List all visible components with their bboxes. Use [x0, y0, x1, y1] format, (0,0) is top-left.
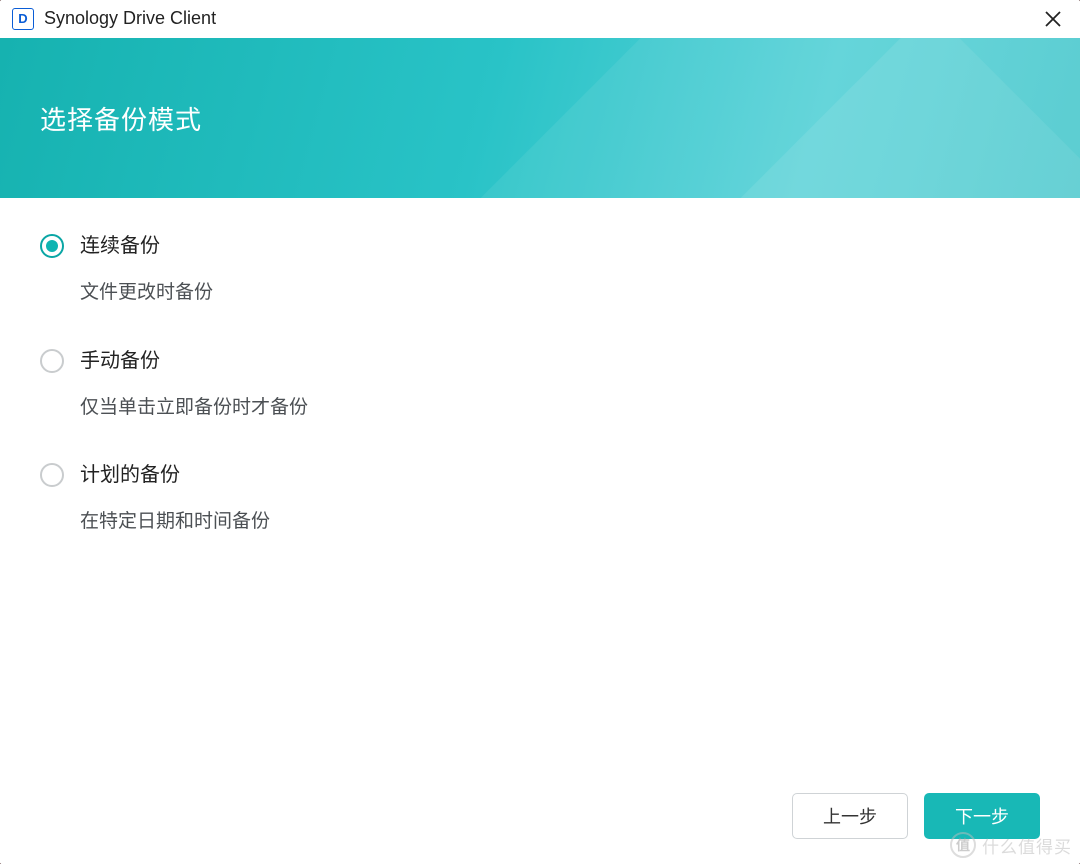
footer: 上一步 下一步 [0, 768, 1080, 864]
option-scheduled-backup[interactable]: 计划的备份 在特定日期和时间备份 [40, 461, 1040, 536]
banner: 选择备份模式 [0, 38, 1080, 198]
content-area: 连续备份 文件更改时备份 手动备份 仅当单击立即备份时才备份 计划的备份 在特定… [0, 198, 1080, 768]
option-description: 文件更改时备份 [80, 280, 213, 307]
window-title: Synology Drive Client [44, 8, 216, 29]
option-label: 手动备份 [80, 347, 308, 375]
option-label: 计划的备份 [80, 461, 270, 489]
option-description: 仅当单击立即备份时才备份 [80, 395, 308, 422]
option-label: 连续备份 [80, 232, 213, 260]
back-button[interactable]: 上一步 [792, 793, 908, 839]
option-manual-backup[interactable]: 手动备份 仅当单击立即备份时才备份 [40, 347, 1040, 422]
close-icon [1044, 10, 1062, 28]
radio-unselected-icon [40, 463, 64, 487]
radio-selected-icon [40, 234, 64, 258]
page-heading: 选择备份模式 [40, 100, 202, 137]
radio-unselected-icon [40, 349, 64, 373]
titlebar: D Synology Drive Client [0, 0, 1080, 38]
option-continuous-backup[interactable]: 连续备份 文件更改时备份 [40, 232, 1040, 307]
app-window: D Synology Drive Client 选择备份模式 连续备份 文件更改… [0, 0, 1080, 864]
next-button[interactable]: 下一步 [924, 793, 1040, 839]
option-description: 在特定日期和时间备份 [80, 509, 270, 536]
app-icon: D [12, 8, 34, 30]
close-button[interactable] [1036, 2, 1070, 36]
